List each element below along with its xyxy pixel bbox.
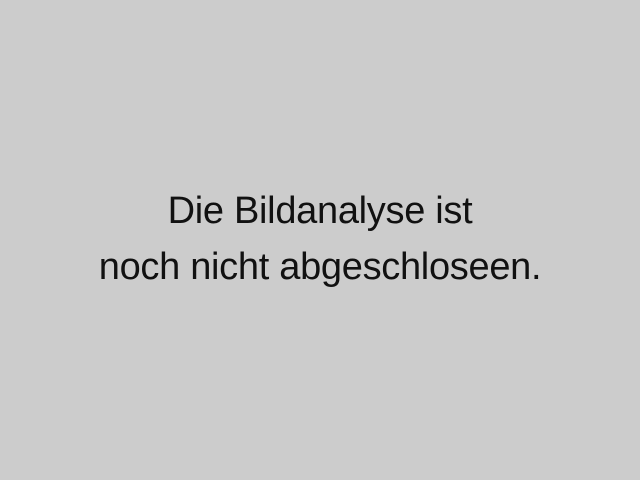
placeholder-message-line-2: noch nicht abgeschloseen. bbox=[98, 246, 542, 288]
image-placeholder: Die Bildanalyse ist noch nicht abgeschlo… bbox=[0, 0, 640, 480]
placeholder-message-line-1: Die Bildanalyse ist bbox=[167, 190, 473, 232]
placeholder-message: Die Bildanalyse ist noch nicht abgeschlo… bbox=[0, 183, 640, 295]
